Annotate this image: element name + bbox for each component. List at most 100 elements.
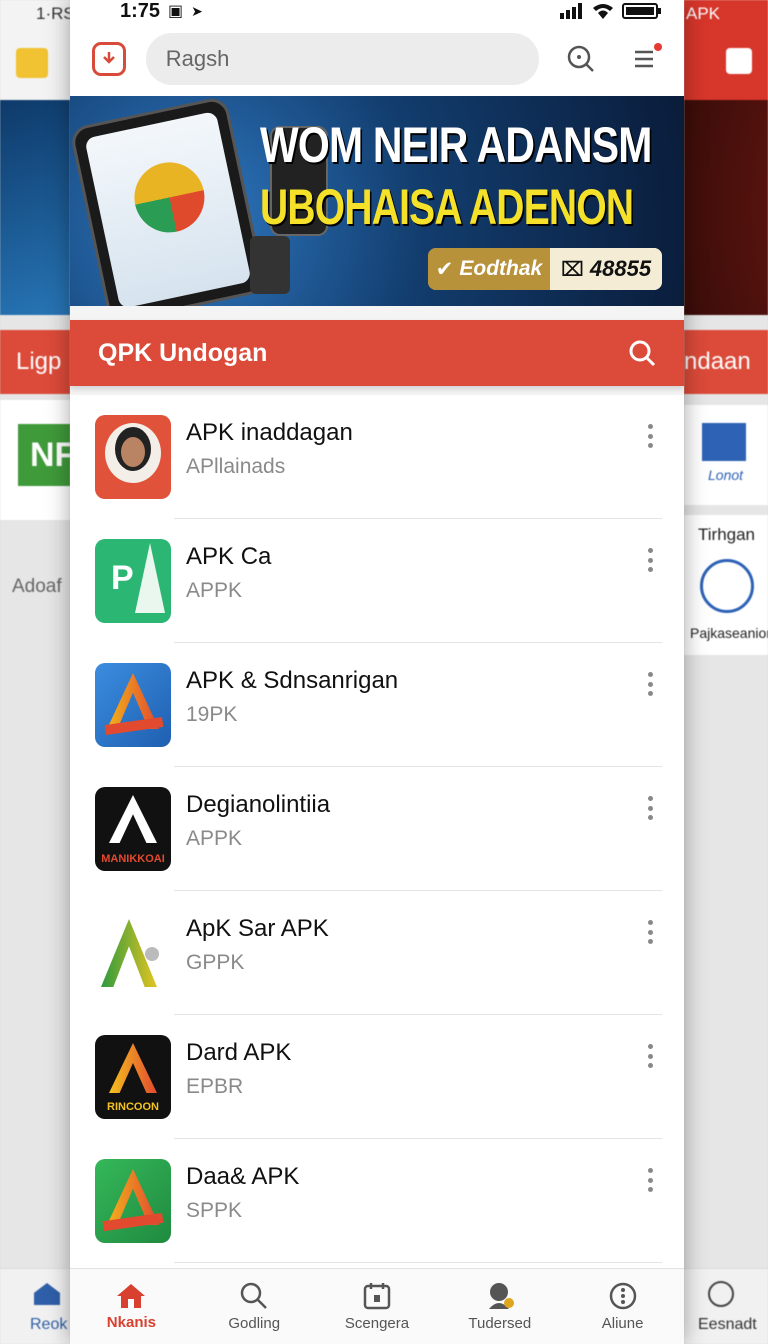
left-section-bar: Ligp [0, 330, 70, 394]
app-list: APK inaddagan APllainads P APK Ca APPK A… [70, 395, 684, 1270]
more-options-button[interactable] [638, 1165, 662, 1195]
banner-phone-illustration [70, 96, 268, 306]
banner-headline-1: WOM NEIR ADANSM [260, 117, 652, 173]
section-search-icon[interactable] [628, 339, 656, 367]
list-item[interactable]: MANIKKOAI Degianolintiia APPK [70, 767, 684, 891]
nav-label: Scengera [344, 1315, 410, 1332]
left-bottom-nav: Reok [0, 1268, 70, 1344]
right-nav-label: Eesnadt [698, 1316, 757, 1333]
black-a-icon: MANIKKOAI [95, 787, 171, 871]
nav-label: Nkanis [106, 1314, 156, 1331]
colorful-a-icon [95, 663, 171, 747]
right-adjacent-screen: APK ndaan Lonot Tirhgan Pajkaseanion Ees… [684, 0, 768, 1344]
green-doc-icon: P [95, 539, 171, 623]
banner-pill-right[interactable]: ⌧ 48855 [550, 248, 662, 290]
section-header: QPK Undogan [70, 320, 684, 386]
icon-caption: MANIKKOAI [101, 853, 165, 865]
more-circle-icon [609, 1282, 636, 1310]
list-item[interactable]: APK & Sdnsanrigan 19PK [70, 643, 684, 767]
menu-icon [635, 50, 654, 68]
list-item[interactable]: P APK Ca APPK [70, 519, 684, 643]
app-title: APK & Sdnsanrigan [186, 667, 399, 694]
right-card-1: Lonot [684, 405, 768, 505]
more-options-button[interactable] [638, 917, 662, 947]
more-options-button[interactable] [638, 669, 662, 699]
list-item[interactable]: ApK Sar APK GPPK [70, 891, 684, 1015]
left-card: NF [0, 400, 70, 520]
nav-label: Aliune [601, 1315, 644, 1332]
app-subtitle: APPK [186, 827, 243, 850]
nav-item-more[interactable]: Aliune [561, 1269, 684, 1344]
app-subtitle: APllainads [186, 455, 286, 478]
search-input-value: Ragsh [165, 46, 230, 71]
left-adjacent-screen: 1·RS Ligp NF Adoaf Reok [0, 0, 70, 1344]
status-time-group: 1:75 ▣ ➤ [120, 0, 203, 23]
nav-item-calendar[interactable]: Scengera [316, 1269, 439, 1344]
right-section-bar: ndaan [684, 330, 768, 394]
home-icon [117, 1284, 146, 1308]
app-subtitle: 19PK [186, 703, 238, 726]
status-time: 1:75 [120, 0, 161, 22]
header-bar: Ragsh [70, 22, 684, 96]
banner-pill-right-label: 48855 [589, 256, 652, 281]
calendar-status-icon: ▣ [168, 3, 184, 20]
banner-app-icon [127, 155, 211, 239]
app-subtitle: APPK [186, 579, 243, 602]
app-subtitle: GPPK [186, 951, 245, 974]
app-title: Daa& APK [186, 1163, 300, 1190]
banner-pill-left-label: Eodthak [459, 257, 543, 280]
right-bottom-nav: Eesnadt [684, 1268, 768, 1344]
list-item[interactable]: APK inaddagan APllainads [70, 395, 684, 519]
search-icon [567, 45, 594, 72]
app-title: Degianolintiia [186, 791, 331, 818]
more-options-button[interactable] [638, 1041, 662, 1071]
app-subtitle: EPBR [186, 1075, 244, 1098]
left-nav-label: Reok [30, 1316, 68, 1333]
box-x-icon: ⌧ [560, 258, 584, 281]
search-input[interactable]: Ragsh [145, 33, 539, 85]
status-icons [560, 3, 662, 19]
check-icon: ✔ [435, 257, 454, 281]
banner-pill-left[interactable]: ✔ Eodthak [428, 248, 550, 290]
main-app-screen: 1:75 ▣ ➤ Ragsh WOM NEIR ADANSM UBOHAISA … [70, 0, 684, 1344]
right-card-title: Tirhgan [698, 525, 756, 544]
bottom-nav: Nkanis Godling Scengera Tudersed Aliune [70, 1268, 684, 1344]
app-logo-icon[interactable] [92, 42, 126, 76]
nav-label: Tudersed [468, 1315, 532, 1332]
icon-caption: RINCOON [107, 1101, 159, 1113]
left-tile: NF [18, 424, 70, 486]
search-icon [240, 1282, 268, 1309]
app-title: APK inaddagan [186, 419, 353, 446]
nav-label: Godling [228, 1315, 281, 1332]
list-item[interactable]: Daa& APK SPPK [70, 1139, 684, 1263]
list-item[interactable]: RINCOON Dard APK EPBR [70, 1015, 684, 1139]
banner-pill[interactable]: ✔ Eodthak ⌧ 48855 [428, 248, 662, 290]
more-options-button[interactable] [638, 545, 662, 575]
more-options-button[interactable] [638, 421, 662, 451]
more-options-button[interactable] [638, 793, 662, 823]
gold-arrow-icon: RINCOON [95, 1035, 171, 1119]
right-pencil-icon [726, 48, 752, 74]
app-title: APK Ca [186, 543, 272, 570]
nav-item-profile[interactable]: Tudersed [438, 1269, 561, 1344]
search-button[interactable] [557, 35, 605, 83]
nav-item-search[interactable]: Godling [193, 1269, 316, 1344]
right-card-caption: Lonot [708, 467, 744, 483]
right-status-label: APK [686, 4, 721, 23]
avatar-icon [95, 415, 171, 499]
left-status-time: 1·RS [36, 4, 70, 23]
row-divider [174, 1262, 662, 1263]
menu-button[interactable] [622, 35, 670, 83]
right-lock-icon [708, 1281, 734, 1307]
left-banner [0, 100, 70, 315]
banner-phone-3 [250, 236, 290, 294]
nav-item-home[interactable]: Nkanis [70, 1269, 193, 1344]
promo-banner[interactable]: WOM NEIR ADANSM UBOHAISA ADENON ✔ Eodtha… [70, 96, 684, 306]
left-side-text: Adoaf [12, 576, 62, 597]
green-a-icon [95, 911, 171, 995]
app-subtitle: SPPK [186, 1199, 243, 1222]
green-red-a-icon [95, 1159, 171, 1243]
status-bar: 1:75 ▣ ➤ [70, 0, 684, 22]
signal-icon [560, 3, 582, 19]
right-card-caption-2: Pajkaseanion [690, 625, 768, 641]
